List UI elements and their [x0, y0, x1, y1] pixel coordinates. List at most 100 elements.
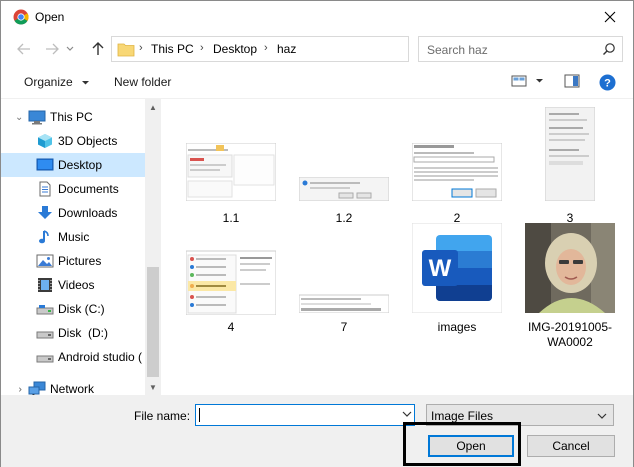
help-icon: ?	[599, 74, 615, 90]
file-name: IMG-20191005-WA0002	[527, 320, 613, 349]
up-button[interactable]	[87, 38, 109, 60]
chevron-down-icon	[535, 79, 543, 83]
command-bar: Organize New folder ?	[1, 67, 633, 97]
scroll-up-button[interactable]: ▲	[145, 99, 161, 115]
search-input[interactable]: Search haz	[427, 43, 488, 57]
this-pc-icon	[28, 110, 46, 125]
close-button[interactable]	[587, 1, 633, 32]
breadcrumb-separator: ›	[139, 42, 143, 54]
help-button[interactable]: ?	[598, 73, 616, 91]
file-item[interactable]: 1.2	[289, 107, 399, 227]
downloads-icon	[38, 206, 52, 219]
preview-pane-button[interactable]	[563, 73, 581, 89]
scroll-down-button[interactable]: ▼	[145, 379, 161, 395]
recent-locations-button[interactable]	[63, 38, 77, 60]
sidebar-item-label: Disk (D:)	[58, 326, 108, 340]
file-thumbnail	[299, 177, 389, 201]
breadcrumb-desktop[interactable]: Desktop	[213, 42, 257, 56]
arrow-right-icon	[46, 43, 59, 55]
cancel-button[interactable]: Cancel	[527, 435, 615, 457]
photo-thumbnail	[525, 223, 615, 313]
chevron-down-icon	[597, 413, 607, 419]
videos-icon	[38, 278, 52, 292]
breadcrumb-separator: ›	[200, 42, 204, 54]
sidebar-item-label: Network	[50, 382, 95, 395]
file-item[interactable]: W images	[402, 223, 512, 343]
address-bar[interactable]: › This PC › Desktop › haz	[111, 36, 513, 62]
breadcrumb-haz[interactable]: haz	[277, 42, 296, 56]
pictures-icon	[36, 254, 54, 268]
chevron-right-icon[interactable]: ⌄	[14, 385, 25, 393]
chevron-down-icon[interactable]: ⌄	[15, 112, 23, 123]
sidebar-item-downloads[interactable]: Downloads	[1, 201, 145, 225]
sidebar-item-label: Documents	[58, 182, 119, 196]
navigation-bar: › This PC › Desktop › haz Search haz	[1, 33, 633, 63]
drive-icon	[36, 331, 54, 339]
sidebar-item-label: Desktop	[58, 158, 103, 172]
back-button[interactable]	[13, 38, 35, 60]
close-icon	[604, 11, 616, 22]
sidebar-item-label: 3D Objects	[58, 134, 118, 148]
sidebar-item-desktop[interactable]: Desktop	[1, 153, 145, 177]
sidebar-scrollbar[interactable]: ▲ ▼	[145, 99, 161, 395]
file-name-input[interactable]	[195, 404, 415, 426]
music-icon	[39, 230, 49, 244]
sidebar-item-3d-objects[interactable]: 3D Objects	[1, 129, 145, 153]
file-thumbnail	[186, 250, 276, 315]
sidebar-item-label: Android studio (	[58, 350, 143, 364]
file-thumbnail	[299, 294, 389, 313]
scrollbar-thumb[interactable]	[147, 267, 159, 377]
file-item[interactable]: 4	[176, 223, 286, 343]
file-list: 1.1 1.2 2 3 4 7 W images IMG-20191005-WA…	[161, 99, 633, 395]
folder-icon	[117, 43, 135, 57]
file-type-value: Image Files	[431, 409, 494, 423]
breadcrumb-this-pc[interactable]: This PC	[151, 42, 194, 56]
file-item[interactable]: 7	[289, 223, 399, 343]
file-thumbnail	[545, 107, 595, 201]
sidebar-item-disk-c[interactable]: Disk (C:)	[1, 297, 145, 321]
file-item[interactable]: IMG-20191005-WA0002	[515, 223, 625, 353]
file-type-dropdown-button[interactable]	[594, 408, 610, 424]
sidebar-item-network[interactable]: ⌄ Network	[1, 377, 145, 395]
sidebar-item-disk-d[interactable]: Disk (D:)	[1, 321, 145, 345]
dialog-footer: File name: Image Files Open Cancel	[1, 395, 633, 467]
desktop-icon	[36, 158, 54, 171]
title-bar: Open	[1, 1, 633, 32]
chevron-down-icon	[82, 81, 90, 85]
sidebar-item-android-studio[interactable]: Android studio (	[1, 345, 145, 369]
file-item[interactable]: 1.1	[176, 107, 286, 227]
arrow-left-icon	[17, 43, 30, 55]
svg-text:?: ?	[604, 77, 611, 89]
organize-label: Organize	[24, 75, 73, 89]
search-icon	[603, 43, 615, 55]
documents-icon	[39, 181, 51, 197]
file-name-dropdown-button[interactable]	[399, 406, 415, 422]
search-box[interactable]: Search haz	[418, 36, 623, 62]
word-document-icon: W	[412, 223, 502, 313]
drive-icon	[36, 355, 54, 363]
view-options-button[interactable]	[533, 73, 545, 89]
arrow-up-icon	[92, 42, 104, 55]
file-item[interactable]: 3	[515, 107, 625, 227]
svg-text:W: W	[429, 255, 452, 282]
sidebar-item-videos[interactable]: Videos	[1, 273, 145, 297]
breadcrumb-separator: ›	[264, 42, 268, 54]
sidebar-item-music[interactable]: Music	[1, 225, 145, 249]
preview-pane-icon	[564, 74, 580, 88]
sidebar-item-pictures[interactable]: Pictures	[1, 249, 145, 273]
file-name: 7	[340, 320, 348, 334]
file-name: images	[437, 320, 477, 334]
sidebar-item-label: Videos	[58, 278, 95, 292]
drive-icon	[36, 305, 54, 315]
organize-button[interactable]: Organize	[24, 75, 90, 89]
network-icon	[28, 381, 46, 395]
sidebar-item-documents[interactable]: Documents	[1, 177, 145, 201]
navigation-pane: ⌄ This PC 3D Objects Desktop Documents D…	[1, 99, 145, 395]
forward-button[interactable]	[41, 38, 63, 60]
file-item[interactable]: 2	[402, 107, 512, 227]
chevron-down-icon	[66, 46, 74, 51]
change-view-button[interactable]	[510, 73, 528, 89]
open-dialog: Open › This PC › Desktop › haz Search ha…	[0, 0, 634, 467]
new-folder-button[interactable]: New folder	[114, 75, 171, 89]
sidebar-item-this-pc[interactable]: ⌄ This PC	[1, 105, 145, 129]
